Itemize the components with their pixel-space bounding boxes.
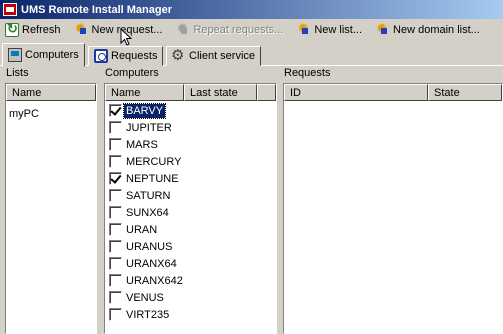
lists-label: Lists xyxy=(6,67,29,79)
tab-strip: Computers Requests Client service xyxy=(0,43,503,67)
computer-row[interactable]: JUPITER xyxy=(105,119,276,136)
new-request-button[interactable]: New request... xyxy=(72,20,166,40)
computer-row[interactable]: URAN xyxy=(105,221,276,238)
computer-row[interactable]: MERCURY xyxy=(105,153,276,170)
app-icon xyxy=(3,3,17,16)
computer-name: VENUS xyxy=(126,291,164,304)
computers-panel[interactable]: Name Last state BARVY JUPITER MARS MERCURY N… xyxy=(104,83,277,334)
tab-requests[interactable]: Requests xyxy=(88,46,164,66)
tab-computers[interactable]: Computers xyxy=(2,43,85,67)
requests-id-column[interactable]: ID xyxy=(284,84,428,101)
computer-checkbox[interactable] xyxy=(109,155,122,168)
new-domain-list-icon xyxy=(376,20,390,37)
computer-row[interactable]: VIRT235 xyxy=(105,306,276,323)
repeat-requests-button[interactable]: Repeat requests... xyxy=(173,20,286,40)
computer-name: NEPTUNE xyxy=(126,172,179,185)
new-list-icon xyxy=(297,20,311,37)
computer-checkbox[interactable] xyxy=(109,240,122,253)
computer-checkbox[interactable] xyxy=(109,189,122,202)
computer-name: URANX642 xyxy=(126,274,183,287)
list-item[interactable]: myPC xyxy=(6,105,96,122)
repeat-requests-icon xyxy=(176,20,190,37)
window-title: UMS Remote Install Manager xyxy=(21,3,172,16)
title-bar: UMS Remote Install Manager xyxy=(0,0,503,19)
tab-client-service[interactable]: Client service xyxy=(166,46,262,66)
refresh-icon xyxy=(5,21,19,37)
computer-name: URANX64 xyxy=(126,257,177,270)
computer-name: URANUS xyxy=(126,240,173,253)
computer-row[interactable]: URANX64 xyxy=(105,255,276,272)
computer-checkbox[interactable] xyxy=(109,291,122,304)
new-domain-list-button[interactable]: New domain list... xyxy=(373,20,483,40)
requests-label: Requests xyxy=(284,67,331,79)
computer-row[interactable]: MARS xyxy=(105,136,276,153)
computer-row[interactable]: NEPTUNE xyxy=(105,170,276,187)
computer-checkbox[interactable] xyxy=(109,274,122,287)
computer-name: BARVY xyxy=(122,102,167,119)
computer-row[interactable]: SUNX64 xyxy=(105,204,276,221)
computer-row[interactable]: BARVY xyxy=(105,102,276,119)
computer-name: URAN xyxy=(126,223,158,236)
computer-row[interactable]: SATURN xyxy=(105,187,276,204)
lists-panel[interactable]: Name myPC xyxy=(5,83,97,334)
computer-row[interactable]: URANX642 xyxy=(105,272,276,289)
computer-name: MERCURY xyxy=(126,155,182,168)
computer-checkbox[interactable] xyxy=(109,104,122,117)
computer-name: SATURN xyxy=(126,189,171,202)
computer-name: JUPITER xyxy=(126,121,172,134)
computer-name: VIRT235 xyxy=(126,308,170,321)
computer-checkbox[interactable] xyxy=(109,308,122,321)
computer-checkbox[interactable] xyxy=(109,172,122,185)
computer-checkbox[interactable] xyxy=(109,223,122,236)
computer-checkbox[interactable] xyxy=(109,121,122,134)
gears-icon xyxy=(171,46,186,64)
new-request-icon xyxy=(75,20,89,37)
refresh-button[interactable]: Refresh xyxy=(2,20,64,40)
requests-panel[interactable]: ID State xyxy=(283,83,503,334)
computers-last-state-column[interactable]: Last state xyxy=(184,84,257,101)
computers-extra-column xyxy=(257,84,276,101)
lists-name-column[interactable]: Name xyxy=(6,84,96,101)
computers-icon xyxy=(8,48,22,62)
computers-label: Computers xyxy=(105,67,159,79)
computer-checkbox[interactable] xyxy=(109,257,122,270)
computer-checkbox[interactable] xyxy=(109,206,122,219)
computer-row[interactable]: URANUS xyxy=(105,238,276,255)
new-list-button[interactable]: New list... xyxy=(294,20,365,40)
toolbar: Refresh New request... Repeat requests..… xyxy=(0,19,503,41)
list-item-label: myPC xyxy=(9,107,39,120)
computer-name: MARS xyxy=(126,138,158,151)
computer-checkbox[interactable] xyxy=(109,138,122,151)
computer-row[interactable]: VENUS xyxy=(105,289,276,306)
computer-name: SUNX64 xyxy=(126,206,169,219)
computers-name-column[interactable]: Name xyxy=(105,84,184,101)
requests-icon xyxy=(94,49,108,63)
requests-state-column[interactable]: State xyxy=(428,84,502,101)
